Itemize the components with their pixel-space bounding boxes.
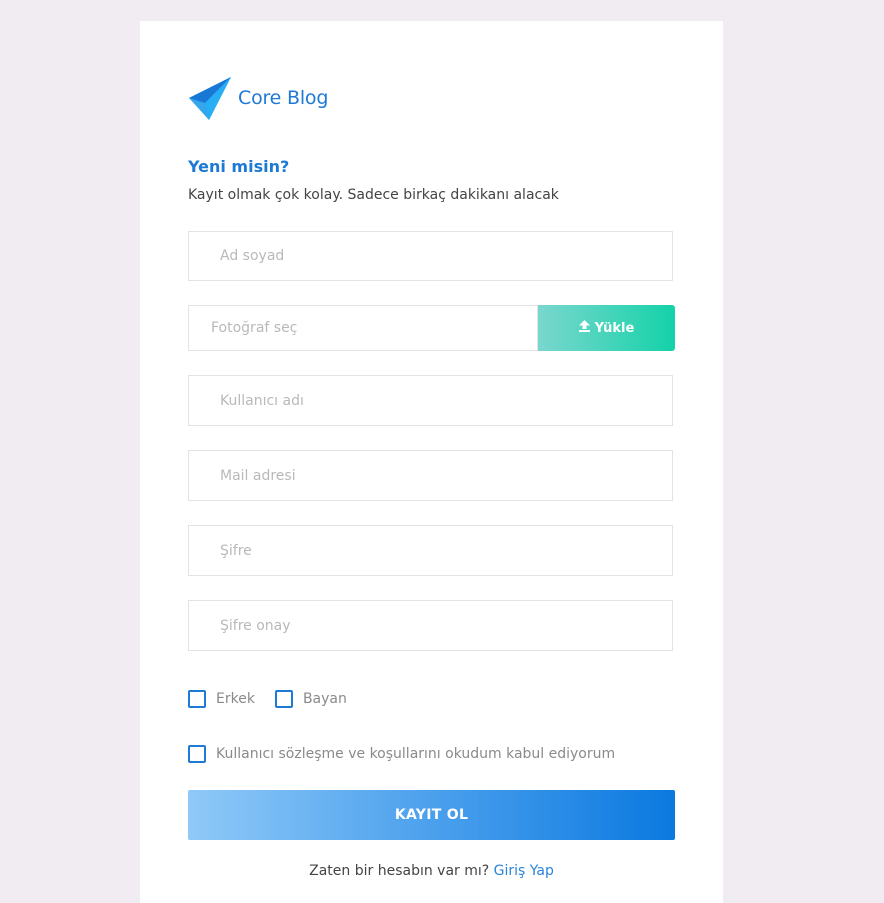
username-input[interactable] <box>189 376 672 425</box>
terms-option[interactable]: Kullanıcı sözleşme ve koşullarını okudum… <box>188 745 615 763</box>
male-label: Erkek <box>216 691 255 707</box>
full-name-field <box>188 231 673 281</box>
brand-name: Core Blog <box>238 87 329 109</box>
male-checkbox[interactable] <box>188 690 206 708</box>
gender-female-option[interactable]: Bayan <box>274 690 347 708</box>
login-prompt-text: Zaten bir hesabın var mı? <box>309 863 490 879</box>
photo-input[interactable] <box>189 306 537 350</box>
full-name-input[interactable] <box>189 232 672 280</box>
gender-male-option[interactable]: Erkek <box>188 690 255 708</box>
paper-plane-icon <box>188 76 232 120</box>
upload-icon <box>578 320 590 336</box>
terms-checkbox[interactable] <box>188 745 206 763</box>
email-field <box>188 450 673 501</box>
female-checkbox[interactable] <box>274 690 293 708</box>
terms-label: Kullanıcı sözleşme ve koşullarını okudum… <box>216 746 616 762</box>
register-card: Core Blog Yeni misin? Kayıt olmak çok ko… <box>140 21 723 903</box>
upload-button-label: Yükle <box>594 320 635 336</box>
username-field <box>188 375 673 426</box>
photo-field <box>188 305 538 351</box>
gender-options: Erkek Bayan <box>188 690 367 708</box>
password-confirm-input[interactable] <box>189 601 672 650</box>
page-subtitle: Kayıt olmak çok kolay. Sadece birkaç dak… <box>188 187 559 203</box>
photo-upload-group: Yükle <box>188 305 675 351</box>
female-label: Bayan <box>302 691 347 707</box>
brand-logo: Core Blog <box>188 76 328 120</box>
upload-button[interactable]: Yükle <box>538 305 675 351</box>
password-input[interactable] <box>189 526 672 575</box>
login-prompt: Zaten bir hesabın var mı? Giriş Yap <box>140 863 723 879</box>
password-field <box>188 525 673 576</box>
login-link[interactable]: Giriş Yap <box>494 863 554 879</box>
password-confirm-field <box>188 600 673 651</box>
email-input[interactable] <box>189 451 672 500</box>
page-title: Yeni misin? <box>188 157 290 176</box>
register-button[interactable]: KAYIT OL <box>188 790 675 840</box>
